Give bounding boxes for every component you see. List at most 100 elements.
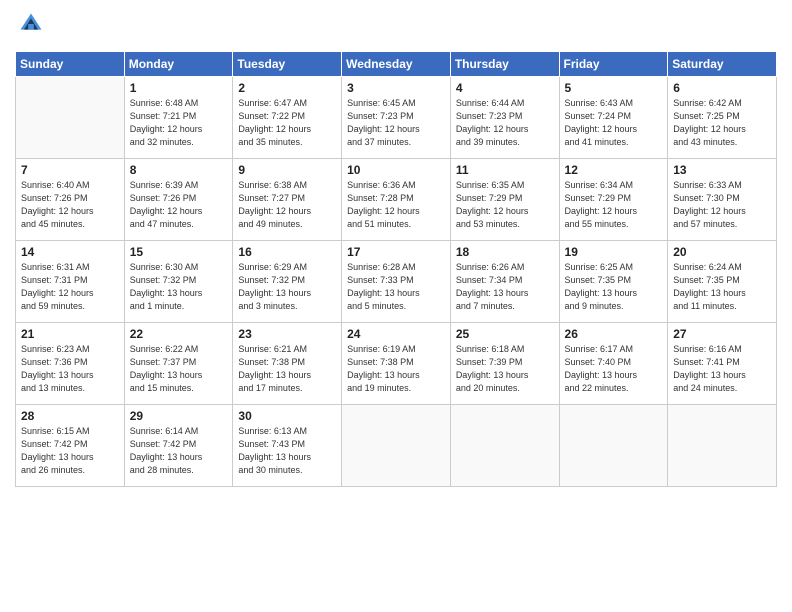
day-info: Sunrise: 6:23 AM Sunset: 7:36 PM Dayligh… <box>21 343 119 395</box>
day-info: Sunrise: 6:43 AM Sunset: 7:24 PM Dayligh… <box>565 97 663 149</box>
day-info: Sunrise: 6:17 AM Sunset: 7:40 PM Dayligh… <box>565 343 663 395</box>
logo-icon <box>17 10 45 38</box>
day-info: Sunrise: 6:16 AM Sunset: 7:41 PM Dayligh… <box>673 343 771 395</box>
calendar-cell: 6 Sunrise: 6:42 AM Sunset: 7:25 PM Daylig… <box>668 77 777 159</box>
weekday-header: Saturday <box>668 52 777 77</box>
day-info: Sunrise: 6:15 AM Sunset: 7:42 PM Dayligh… <box>21 425 119 477</box>
day-number: 14 <box>21 245 119 259</box>
day-info: Sunrise: 6:21 AM Sunset: 7:38 PM Dayligh… <box>238 343 336 395</box>
day-info: Sunrise: 6:30 AM Sunset: 7:32 PM Dayligh… <box>130 261 228 313</box>
day-info: Sunrise: 6:24 AM Sunset: 7:35 PM Dayligh… <box>673 261 771 313</box>
day-info: Sunrise: 6:38 AM Sunset: 7:27 PM Dayligh… <box>238 179 336 231</box>
day-info: Sunrise: 6:36 AM Sunset: 7:28 PM Dayligh… <box>347 179 445 231</box>
day-info: Sunrise: 6:34 AM Sunset: 7:29 PM Dayligh… <box>565 179 663 231</box>
day-number: 16 <box>238 245 336 259</box>
calendar-cell: 23 Sunrise: 6:21 AM Sunset: 7:38 PM Dayli… <box>233 323 342 405</box>
calendar-cell: 1 Sunrise: 6:48 AM Sunset: 7:21 PM Daylig… <box>124 77 233 159</box>
page: SundayMondayTuesdayWednesdayThursdayFrid… <box>0 0 792 612</box>
day-info: Sunrise: 6:26 AM Sunset: 7:34 PM Dayligh… <box>456 261 554 313</box>
day-number: 19 <box>565 245 663 259</box>
day-info: Sunrise: 6:40 AM Sunset: 7:26 PM Dayligh… <box>21 179 119 231</box>
day-info: Sunrise: 6:22 AM Sunset: 7:37 PM Dayligh… <box>130 343 228 395</box>
day-number: 11 <box>456 163 554 177</box>
day-info: Sunrise: 6:35 AM Sunset: 7:29 PM Dayligh… <box>456 179 554 231</box>
day-number: 13 <box>673 163 771 177</box>
day-number: 30 <box>238 409 336 423</box>
day-info: Sunrise: 6:42 AM Sunset: 7:25 PM Dayligh… <box>673 97 771 149</box>
calendar-cell: 29Sunrise: 6:14 AM Sunset: 7:42 PM Dayli… <box>124 405 233 487</box>
day-number: 17 <box>347 245 445 259</box>
day-number: 18 <box>456 245 554 259</box>
calendar-header-row: SundayMondayTuesdayWednesdayThursdayFrid… <box>16 52 777 77</box>
calendar-cell: 19 Sunrise: 6:25 AM Sunset: 7:35 PM Dayli… <box>559 241 668 323</box>
weekday-header: Monday <box>124 52 233 77</box>
calendar-cell: 7 Sunrise: 6:40 AM Sunset: 7:26 PM Daylig… <box>16 159 125 241</box>
calendar-cell: 27 Sunrise: 6:16 AM Sunset: 7:41 PM Dayli… <box>668 323 777 405</box>
day-info: Sunrise: 6:48 AM Sunset: 7:21 PM Dayligh… <box>130 97 228 149</box>
day-number: 8 <box>130 163 228 177</box>
day-info: Sunrise: 6:31 AM Sunset: 7:31 PM Dayligh… <box>21 261 119 313</box>
calendar-cell <box>450 405 559 487</box>
day-number: 22 <box>130 327 228 341</box>
day-number: 10 <box>347 163 445 177</box>
calendar-cell: 20 Sunrise: 6:24 AM Sunset: 7:35 PM Dayli… <box>668 241 777 323</box>
day-number: 21 <box>21 327 119 341</box>
day-info: Sunrise: 6:33 AM Sunset: 7:30 PM Dayligh… <box>673 179 771 231</box>
day-number: 5 <box>565 81 663 95</box>
day-number: 1 <box>130 81 228 95</box>
calendar-cell: 14 Sunrise: 6:31 AM Sunset: 7:31 PM Dayli… <box>16 241 125 323</box>
calendar-week-row: 7 Sunrise: 6:40 AM Sunset: 7:26 PM Daylig… <box>16 159 777 241</box>
calendar-cell: 21 Sunrise: 6:23 AM Sunset: 7:36 PM Dayli… <box>16 323 125 405</box>
calendar-cell <box>342 405 451 487</box>
day-number: 28 <box>21 409 119 423</box>
day-info: Sunrise: 6:19 AM Sunset: 7:38 PM Dayligh… <box>347 343 445 395</box>
calendar-cell: 15 Sunrise: 6:30 AM Sunset: 7:32 PM Dayli… <box>124 241 233 323</box>
day-info: Sunrise: 6:18 AM Sunset: 7:39 PM Dayligh… <box>456 343 554 395</box>
logo <box>15 10 49 43</box>
calendar-cell <box>16 77 125 159</box>
calendar-cell: 22 Sunrise: 6:22 AM Sunset: 7:37 PM Dayli… <box>124 323 233 405</box>
calendar-cell: 25Sunrise: 6:18 AM Sunset: 7:39 PM Dayli… <box>450 323 559 405</box>
day-info: Sunrise: 6:45 AM Sunset: 7:23 PM Dayligh… <box>347 97 445 149</box>
day-info: Sunrise: 6:28 AM Sunset: 7:33 PM Dayligh… <box>347 261 445 313</box>
day-info: Sunrise: 6:14 AM Sunset: 7:42 PM Dayligh… <box>130 425 228 477</box>
weekday-header: Tuesday <box>233 52 342 77</box>
calendar-cell: 3Sunrise: 6:45 AM Sunset: 7:23 PM Daylig… <box>342 77 451 159</box>
weekday-header: Wednesday <box>342 52 451 77</box>
calendar-cell: 24 Sunrise: 6:19 AM Sunset: 7:38 PM Dayli… <box>342 323 451 405</box>
calendar-cell: 11 Sunrise: 6:35 AM Sunset: 7:29 PM Dayli… <box>450 159 559 241</box>
day-number: 23 <box>238 327 336 341</box>
calendar-cell: 18 Sunrise: 6:26 AM Sunset: 7:34 PM Dayli… <box>450 241 559 323</box>
calendar-cell: 17 Sunrise: 6:28 AM Sunset: 7:33 PM Dayli… <box>342 241 451 323</box>
day-number: 27 <box>673 327 771 341</box>
day-number: 4 <box>456 81 554 95</box>
calendar-cell: 2 Sunrise: 6:47 AM Sunset: 7:22 PM Daylig… <box>233 77 342 159</box>
day-number: 20 <box>673 245 771 259</box>
day-number: 7 <box>21 163 119 177</box>
calendar-cell: 10 Sunrise: 6:36 AM Sunset: 7:28 PM Dayli… <box>342 159 451 241</box>
day-info: Sunrise: 6:44 AM Sunset: 7:23 PM Dayligh… <box>456 97 554 149</box>
calendar-table: SundayMondayTuesdayWednesdayThursdayFrid… <box>15 51 777 487</box>
day-number: 26 <box>565 327 663 341</box>
calendar-cell <box>668 405 777 487</box>
day-number: 12 <box>565 163 663 177</box>
calendar-cell: 28 Sunrise: 6:15 AM Sunset: 7:42 PM Dayli… <box>16 405 125 487</box>
day-number: 6 <box>673 81 771 95</box>
day-info: Sunrise: 6:39 AM Sunset: 7:26 PM Dayligh… <box>130 179 228 231</box>
calendar-cell: 5 Sunrise: 6:43 AM Sunset: 7:24 PM Daylig… <box>559 77 668 159</box>
day-info: Sunrise: 6:29 AM Sunset: 7:32 PM Dayligh… <box>238 261 336 313</box>
day-info: Sunrise: 6:25 AM Sunset: 7:35 PM Dayligh… <box>565 261 663 313</box>
calendar-cell: 13 Sunrise: 6:33 AM Sunset: 7:30 PM Dayli… <box>668 159 777 241</box>
weekday-header: Thursday <box>450 52 559 77</box>
day-number: 2 <box>238 81 336 95</box>
calendar-week-row: 14 Sunrise: 6:31 AM Sunset: 7:31 PM Dayli… <box>16 241 777 323</box>
calendar-cell: 8 Sunrise: 6:39 AM Sunset: 7:26 PM Daylig… <box>124 159 233 241</box>
calendar-cell: 9 Sunrise: 6:38 AM Sunset: 7:27 PM Daylig… <box>233 159 342 241</box>
calendar-week-row: 28 Sunrise: 6:15 AM Sunset: 7:42 PM Dayli… <box>16 405 777 487</box>
day-info: Sunrise: 6:47 AM Sunset: 7:22 PM Dayligh… <box>238 97 336 149</box>
day-number: 15 <box>130 245 228 259</box>
calendar-cell: 16 Sunrise: 6:29 AM Sunset: 7:32 PM Dayli… <box>233 241 342 323</box>
day-number: 24 <box>347 327 445 341</box>
calendar-week-row: 21 Sunrise: 6:23 AM Sunset: 7:36 PM Dayli… <box>16 323 777 405</box>
day-number: 9 <box>238 163 336 177</box>
